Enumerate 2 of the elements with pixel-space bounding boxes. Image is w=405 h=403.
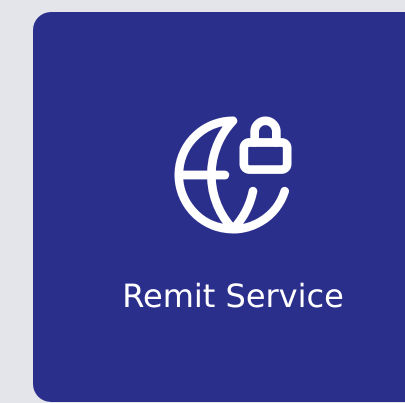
card-title: Remit Service (122, 280, 344, 312)
service-card[interactable]: Remit Service (33, 12, 405, 402)
